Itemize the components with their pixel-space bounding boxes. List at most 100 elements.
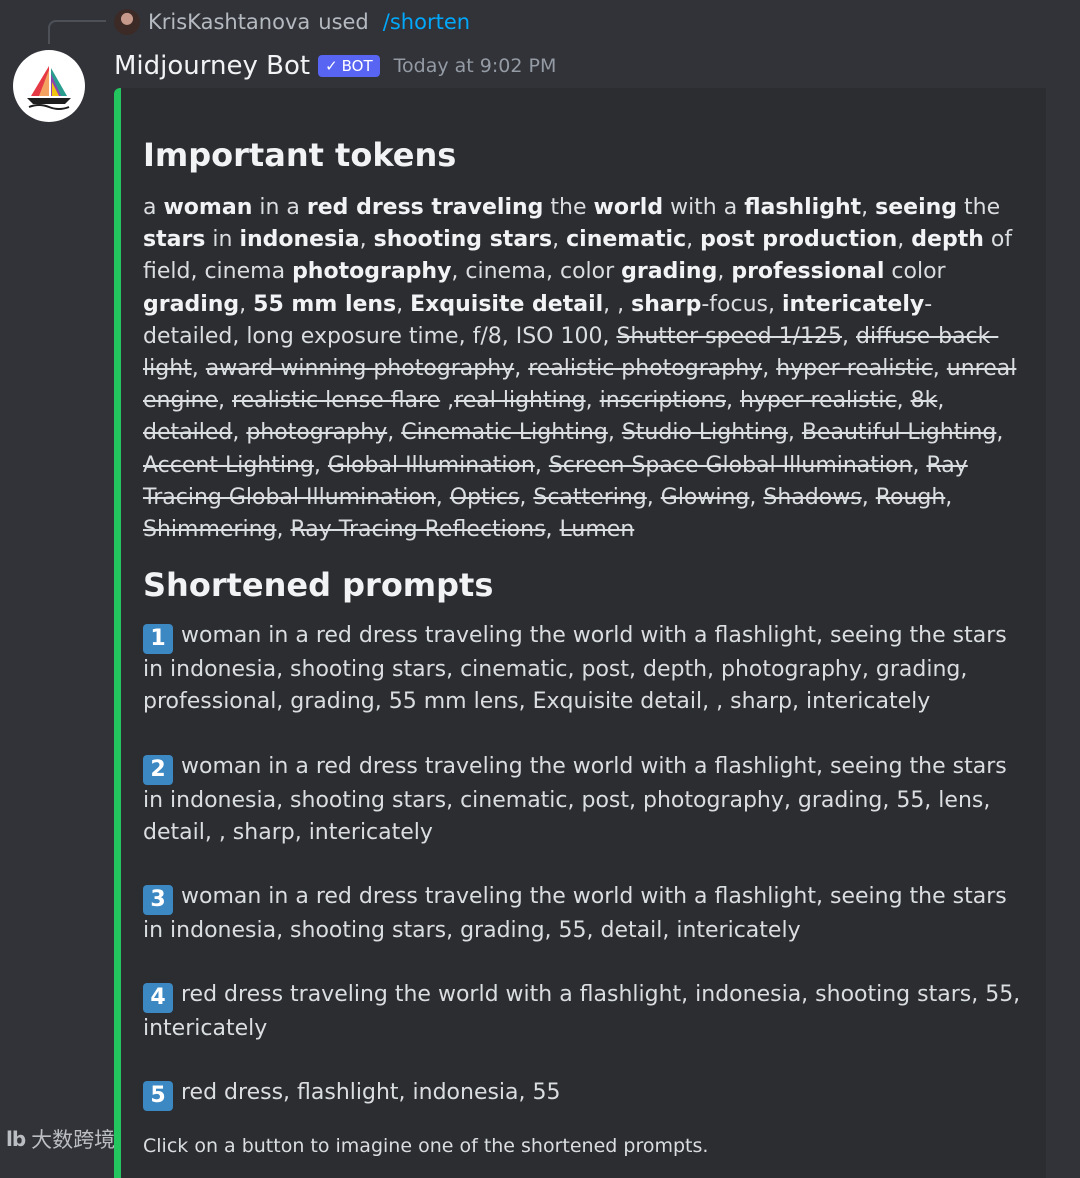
prompt-text: red dress traveling the world with a fla… [143, 982, 1021, 1042]
token-text: , , [603, 291, 632, 317]
token-text: in [205, 227, 240, 253]
shortened-prompt: 1 woman in a red dress traveling the worl… [143, 620, 1023, 718]
important-token: cinematic [566, 227, 687, 253]
verified-check-icon: ✓ [325, 57, 338, 75]
shortened-prompt: 3 woman in a red dress traveling the worl… [143, 881, 1023, 947]
token-text: , cinema, color [451, 259, 622, 285]
important-token: post production [700, 227, 898, 253]
token-text: , [762, 356, 777, 382]
token-text: , [996, 420, 1004, 446]
removed-token: Beautiful Lighting [801, 420, 997, 446]
removed-token: photography [246, 420, 388, 446]
removed-token: Shadows [763, 484, 862, 510]
bot-avatar[interactable] [13, 50, 85, 122]
important-tokens-text: a woman in a red dress traveling the wor… [143, 192, 1023, 546]
reply-reference[interactable]: KrisKashtanova used /shorten [114, 8, 470, 36]
token-text: , [514, 356, 529, 382]
removed-token: Ray Tracing Reflections [290, 517, 546, 543]
embed-footer: Click on a button to imagine one of the … [143, 1135, 709, 1158]
removed-token: Glowing [660, 484, 750, 510]
token-text: , [932, 356, 947, 382]
reply-used-text: used [318, 10, 369, 34]
token-text: the [543, 195, 594, 220]
removed-token: Studio Lighting [621, 420, 788, 446]
token-text: , [313, 452, 328, 478]
shortened-prompt: 5 red dress, flashlight, indonesia, 55 [143, 1077, 1023, 1112]
token-text: , [717, 259, 732, 285]
removed-token: Optics [449, 484, 520, 510]
removed-token: Shutter speed 1/125 [616, 323, 842, 349]
important-tokens-heading: Important tokens [143, 136, 457, 174]
prompt-number-badge: 2 [143, 754, 173, 785]
important-token: photography [292, 259, 452, 285]
bot-badge: ✓ BOT [318, 55, 380, 77]
prompt-text: red dress, flashlight, indonesia, 55 [181, 1080, 561, 1106]
token-text: , [440, 388, 455, 414]
token-text: , [896, 388, 911, 414]
important-token: stars [143, 227, 206, 253]
watermark-text: 大数跨境 [31, 1128, 116, 1152]
token-text: , [585, 388, 600, 414]
sailboat-icon [27, 66, 71, 110]
important-token: 55 mm lens [253, 291, 397, 317]
token-text: , [787, 420, 802, 446]
token-text: with a [663, 195, 745, 220]
token-text: the [957, 195, 1001, 220]
important-token: red dress traveling [306, 195, 544, 220]
reply-command-link[interactable]: /shorten [383, 10, 470, 34]
removed-token: Global Illumination [327, 452, 535, 478]
token-text: , [519, 484, 534, 510]
message-header: Midjourney Bot ✓ BOT Today at 9:02 PM [114, 48, 556, 84]
important-token: flashlight [744, 195, 862, 220]
removed-token: Screen Space Global Illumination [548, 452, 913, 478]
bot-badge-label: BOT [341, 57, 373, 75]
token-text: , [646, 484, 661, 510]
shortened-prompt: 4 red dress traveling the world with a fl… [143, 979, 1023, 1045]
token-text: , [607, 420, 622, 446]
reply-user-avatar[interactable] [114, 9, 140, 35]
token-text: , [534, 452, 549, 478]
prompt-number-badge: 5 [143, 1081, 173, 1112]
removed-token: Scattering [533, 484, 647, 510]
token-text: , [861, 195, 876, 220]
prompt-number-badge: 1 [143, 624, 173, 655]
token-text: , [218, 388, 233, 414]
important-token: seeing [875, 195, 958, 220]
removed-token: inscriptions [599, 388, 726, 414]
token-text: , [359, 227, 374, 253]
token-text: , [861, 484, 876, 510]
removed-token: 8k [910, 388, 938, 414]
important-token: Exquisite detail [410, 291, 604, 317]
token-text: , [552, 227, 567, 253]
token-text: , [387, 420, 402, 446]
important-token: sharp [631, 291, 702, 317]
shortened-prompt: 2 woman in a red dress traveling the worl… [143, 751, 1023, 849]
removed-token: Accent Lighting [143, 452, 314, 478]
important-token: professional [731, 259, 885, 285]
reply-username[interactable]: KrisKashtanova [148, 10, 310, 34]
token-text: , [749, 484, 764, 510]
removed-token: Cinematic Lighting [401, 420, 608, 446]
token-text: , [191, 356, 206, 382]
important-token: grading [621, 259, 718, 285]
important-token: indonesia [239, 227, 360, 253]
bot-username[interactable]: Midjourney Bot [114, 51, 310, 81]
watermark: lb 大数跨境 [6, 1124, 115, 1154]
token-text: , [912, 452, 927, 478]
shorten-embed: Important tokens a woman in a red dress … [114, 88, 1046, 1178]
token-text: , [842, 323, 856, 349]
token-text: color [884, 259, 946, 285]
prompt-text: woman in a red dress traveling the world… [143, 623, 1007, 715]
removed-token: Shimmering [143, 517, 277, 543]
removed-token: award winning photography [205, 356, 515, 382]
prompt-number-badge: 4 [143, 983, 173, 1014]
token-text: -focus, [701, 291, 782, 317]
token-text: , [686, 227, 701, 253]
token-text: , [232, 420, 247, 446]
message-timestamp: Today at 9:02 PM [393, 55, 557, 77]
token-text: , [239, 291, 254, 317]
removed-token: real lighting [454, 388, 586, 414]
watermark-logo: lb [6, 1127, 26, 1151]
removed-token: hyper realistic [739, 388, 897, 414]
token-text: , [396, 291, 411, 317]
